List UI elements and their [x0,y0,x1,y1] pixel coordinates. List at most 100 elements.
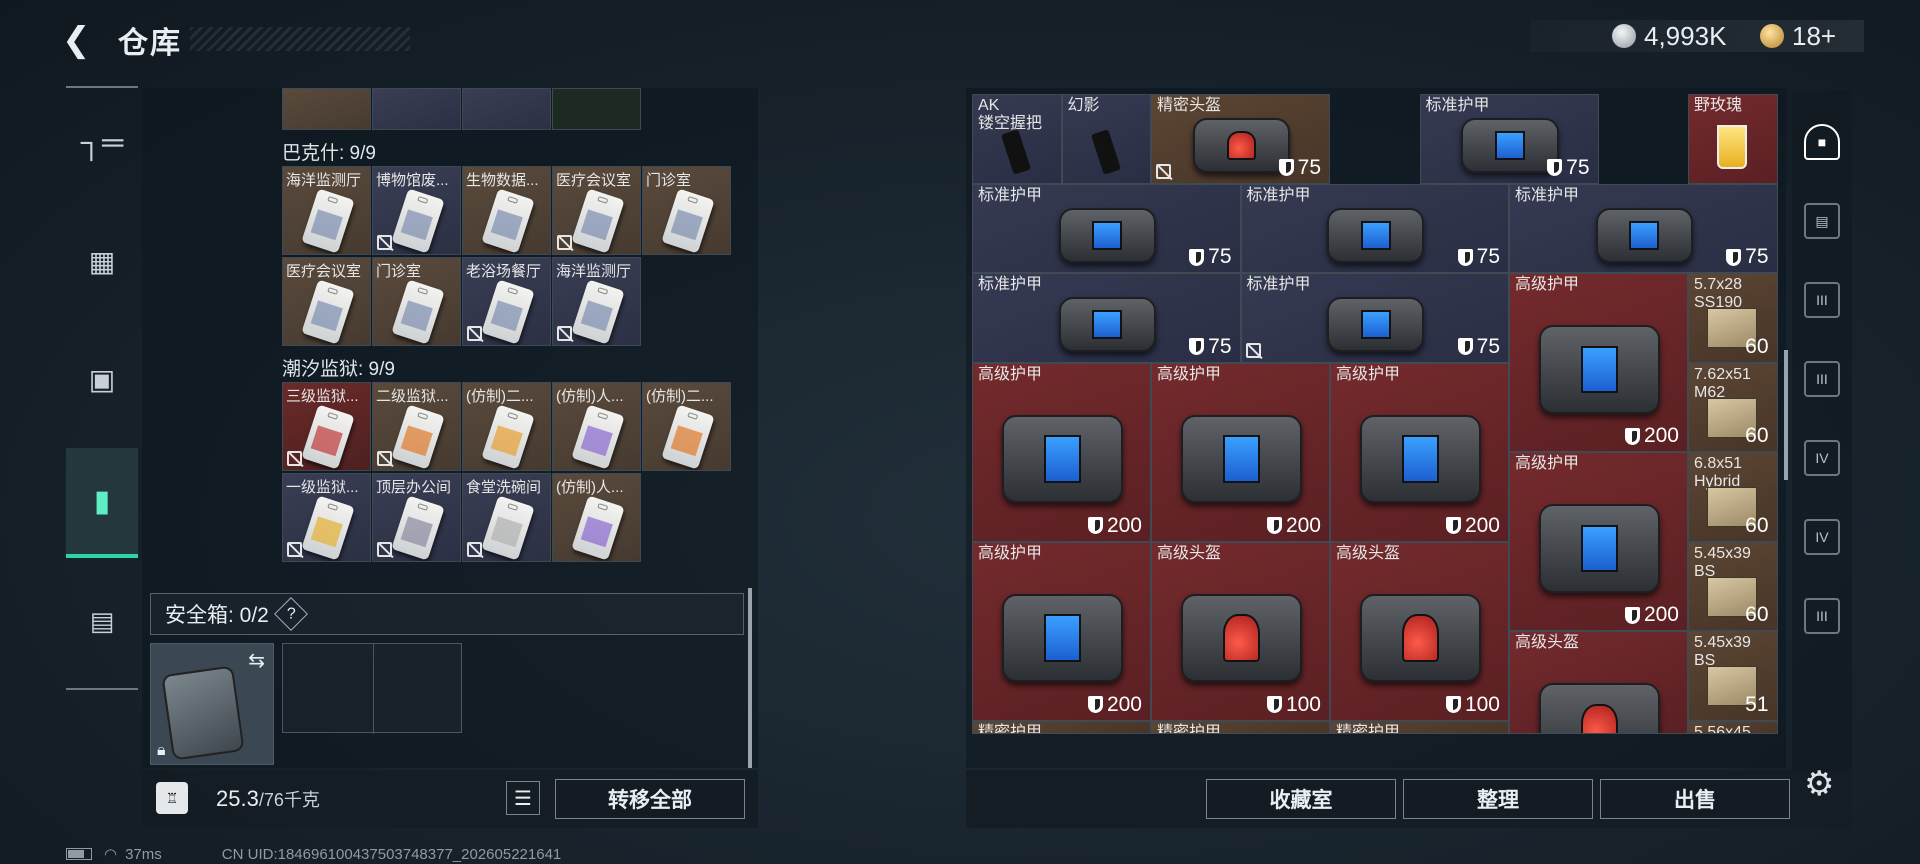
helmet-image [1192,118,1291,174]
stash-item[interactable]: 标准护甲 75 [1240,183,1509,273]
help-button[interactable]: ? [273,597,308,631]
status-bar: ◠ 37ms CN UID:1846961004375037483​77_202… [66,845,561,863]
safe-box-slot[interactable]: ⇆ 🔒︎ [150,643,274,765]
stash-item[interactable]: 7.62x51 M62 60 [1688,362,1778,452]
grip-image [1000,129,1032,175]
item-name: 5.7x28 SS190 [1694,276,1743,311]
safe-case-image [161,665,245,761]
stash-item[interactable]: 高级头盔 [1509,631,1688,734]
stash-item[interactable]: 标准护甲 75 [1509,183,1778,273]
transfer-all-button[interactable]: 转移全部 [555,779,745,819]
item-value-text: 200 [1464,513,1500,537]
item-name: 高级护甲 [1336,365,1401,383]
item-value-text: 100 [1285,692,1321,716]
keycard-item[interactable]: 博物馆废... [372,166,461,255]
stash-item[interactable]: 精密头盔 75 [1151,94,1330,184]
stash-item[interactable]: 高级护甲 200 [972,541,1151,721]
armor-vest-image [1327,207,1425,263]
keycard-partial[interactable] [462,88,551,130]
keycard-item[interactable]: 老浴场餐厅 [462,257,551,346]
item-value-text: 75 [1208,334,1232,358]
sidebar-tab-armor[interactable]: ▦ [66,206,138,316]
sidebar-tab-backpack[interactable]: ▣ [66,324,138,434]
item-value-text: 200 [1643,424,1679,447]
keycard-name: 二级监狱... [376,388,449,405]
item-value: 200 [1624,424,1679,448]
keycard-item[interactable]: (仿制)二... [642,382,731,471]
keycard-item[interactable]: 医疗会议室 [552,166,641,255]
keycard-partial[interactable] [372,88,461,130]
keycard-name: (仿制)人... [556,388,624,405]
stash-item[interactable]: 高级头盔 100 [1330,541,1509,721]
keycard-item[interactable]: 海洋监测厅 [282,166,371,255]
stash-item[interactable]: 精密护甲 [1151,720,1330,734]
stash-item[interactable]: 标准护甲 75 [1240,273,1509,363]
keycard-item[interactable]: 二级监狱... [372,382,461,471]
list-view-button[interactable]: ☰ [506,781,540,815]
sidebar-tab-keycards[interactable]: ▮ [66,448,138,558]
stash-item[interactable]: 5.45x39 BS 51 [1688,631,1778,721]
collection-room-button[interactable]: 收藏室 [1206,779,1396,819]
stash-item[interactable]: 高级护甲 200 [1330,362,1509,542]
stash-item[interactable]: 5.56x45 M855 [1688,720,1778,734]
stash-item[interactable]: 高级护甲 200 [1151,362,1330,542]
stash-item[interactable]: 高级头盔 100 [1151,541,1330,721]
stash-item[interactable]: 6.8x51 Hybrid 60 [1688,452,1778,542]
settings-button[interactable]: ⚙ [1804,764,1834,804]
stash-item[interactable]: 幻影 [1061,94,1151,184]
keycard-item[interactable]: 三级监狱... [282,382,371,471]
item-name: 野玫瑰 [1694,97,1743,114]
keycard-item[interactable]: 门诊室 [642,166,731,255]
keycard-case-icon: ▮ [93,484,111,518]
stash-item[interactable]: 标准护甲 75 [1419,94,1599,184]
category-sidebar: ┐═ ▦ ▣ ▮ ▤ [66,86,138,690]
stash-item[interactable]: 高级护甲 200 [972,362,1151,542]
back-button[interactable]: ❮ [62,22,98,58]
stash-item[interactable]: 标准护甲 75 [972,273,1241,363]
item-name: 6.8x51 Hybrid [1694,455,1743,490]
stash-tab-7[interactable]: III [1804,598,1840,634]
sidebar-tab-weapons[interactable]: ┐═ [66,88,138,198]
stash-tab-2[interactable]: ▤ [1804,203,1840,239]
stash-item[interactable]: AK 镂空握把 [972,94,1062,184]
safe-empty-slots[interactable] [282,643,462,734]
item-name: 5.56x45 M855 [1694,723,1751,734]
lock-icon: 🔒︎ [157,742,166,759]
swap-icon[interactable]: ⇆ [248,648,265,673]
keycard-item[interactable]: (仿制)人... [552,473,641,562]
keycard-item[interactable]: 门诊室 [372,257,461,346]
stash-tab-5[interactable]: IV [1804,440,1840,476]
empty-slot[interactable] [552,88,641,130]
keycard-item[interactable]: 顶层办公间 [372,473,461,562]
stash-item[interactable]: 标准护甲 75 [972,183,1241,273]
keycard-item[interactable]: 食堂洗碗间 [462,473,551,562]
stash-item[interactable]: 5.45x39 BS 60 [1688,541,1778,631]
sidebar-tab-tools[interactable]: ▤ [66,566,138,676]
keycard-item[interactable]: (仿制)人... [552,382,641,471]
keycard-item[interactable]: (仿制)二... [462,382,551,471]
stash-tab-4[interactable]: III [1804,361,1840,397]
stash-tab-6[interactable]: IV [1804,519,1840,555]
sell-button[interactable]: 出售 [1600,779,1790,819]
stash-item[interactable]: 精密护甲 [1330,720,1509,734]
item-name: 高级护甲 [1515,455,1580,472]
stash-item[interactable]: 野玫瑰 [1688,94,1778,184]
item-name: 精密护甲 [978,723,1043,734]
stash-item[interactable]: 5.7x28 SS190 60 [1688,273,1778,363]
stash-item[interactable]: 高级护甲 200 [1509,273,1688,452]
stash-scrollbar[interactable] [1784,350,1788,480]
keycard-item[interactable]: 生物数据... [462,166,551,255]
stash-item[interactable]: 精密护甲 [972,720,1151,734]
keycard-icon [391,188,445,254]
inventory-scrollbar[interactable] [748,588,752,768]
stash-item[interactable]: 高级护甲 200 [1509,452,1688,631]
keycard-item[interactable]: 医疗会议室 [282,257,371,346]
keycard-partial[interactable] [282,88,371,130]
keycard-item[interactable]: 海洋监测厅 [552,257,641,346]
safe-level-3-icon: III [1816,608,1828,624]
stash-tab-1[interactable]: ■ [1804,124,1840,160]
durability-shield-icon [1457,248,1473,266]
stash-tab-3[interactable]: III [1804,282,1840,318]
keycard-item[interactable]: 一级监狱... [282,473,371,562]
sort-button[interactable]: 整理 [1403,779,1593,819]
